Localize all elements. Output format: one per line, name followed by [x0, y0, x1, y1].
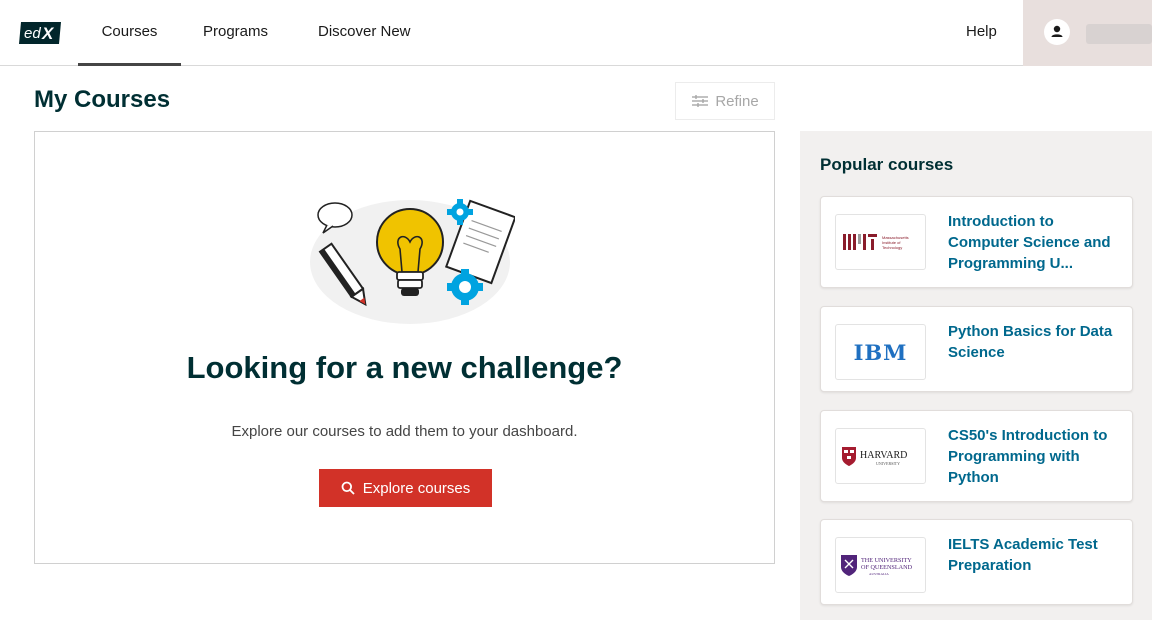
svg-text:X: X	[41, 24, 55, 43]
uq-logo-line-2: OF QUEENSLAND	[861, 564, 913, 571]
course-card[interactable]: Massachusetts Institute of Technology In…	[820, 196, 1133, 288]
course-card[interactable]: HARVARD UNIVERSITY CS50's Introduction t…	[820, 410, 1133, 502]
refine-label: Refine	[715, 92, 759, 110]
course-card[interactable]: THE UNIVERSITY OF QUEENSLAND AUSTRALIA I…	[820, 519, 1133, 605]
refine-button[interactable]: Refine	[675, 82, 775, 120]
top-nav-bar: ed X Courses Programs Discover New Help	[0, 0, 1152, 66]
nav-courses[interactable]: Courses	[78, 0, 181, 66]
harvard-logo: HARVARD UNIVERSITY	[835, 428, 926, 484]
lightbulb-illustration	[310, 199, 515, 324]
mit-logo-line-3: Technology	[882, 245, 902, 250]
harvard-logo-name: HARVARD	[860, 450, 907, 461]
user-avatar-icon	[1044, 19, 1070, 45]
uq-logo-line-3: AUSTRALIA	[869, 572, 889, 576]
edx-logo[interactable]: ed X	[19, 22, 61, 44]
sliders-icon	[692, 95, 709, 107]
ibm-logo: IBM	[835, 324, 926, 380]
search-icon	[341, 481, 355, 495]
course-title[interactable]: CS50's Introduction to Programming with …	[948, 425, 1126, 488]
harvard-logo-sub: UNIVERSITY	[876, 461, 900, 466]
empty-state-heading: Looking for a new challenge?	[186, 350, 623, 385]
explore-courses-label: Explore courses	[362, 479, 471, 497]
nav-discover-new[interactable]: Discover New	[318, 0, 411, 66]
course-card[interactable]: IBM Python Basics for Data Science	[820, 306, 1133, 392]
uq-logo-line-1: THE UNIVERSITY	[861, 557, 912, 564]
popular-courses-sidebar: Popular courses Massachusetts Institute …	[800, 131, 1152, 620]
mit-logo: Massachusetts Institute of Technology	[835, 214, 926, 270]
ibm-logo-text: IBM	[853, 339, 908, 365]
explore-courses-button[interactable]: Explore courses	[319, 469, 492, 507]
empty-courses-card: Looking for a new challenge? Explore our…	[34, 131, 775, 564]
course-title[interactable]: Introduction to Computer Science and Pro…	[948, 211, 1126, 274]
svg-text:ed: ed	[24, 25, 41, 42]
course-title[interactable]: Python Basics for Data Science	[948, 321, 1126, 363]
user-menu-button[interactable]	[1023, 0, 1152, 66]
page-title: My Courses	[34, 86, 171, 113]
help-link[interactable]: Help	[966, 0, 997, 66]
empty-state-subtext: Explore our courses to add them to your …	[231, 423, 578, 440]
uq-logo: THE UNIVERSITY OF QUEENSLAND AUSTRALIA	[835, 537, 926, 593]
sidebar-title: Popular courses	[820, 155, 954, 174]
nav-programs[interactable]: Programs	[203, 0, 268, 66]
course-title[interactable]: IELTS Academic Test Preparation	[948, 534, 1126, 576]
username-redacted	[1086, 24, 1152, 44]
